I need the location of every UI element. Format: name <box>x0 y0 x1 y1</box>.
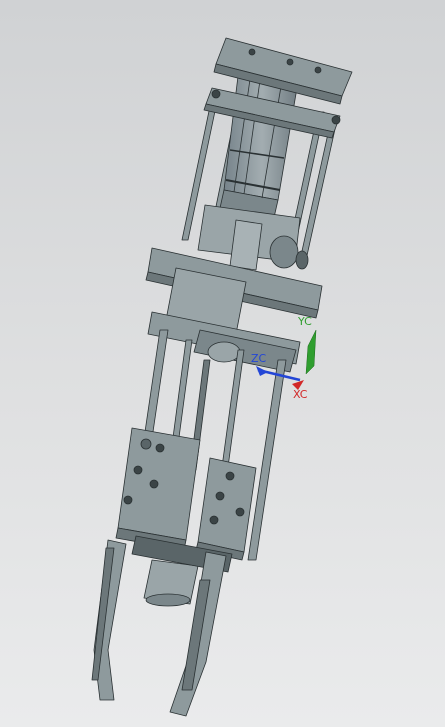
left-finger <box>91 539 127 701</box>
zc-axis-label: ZC <box>251 352 267 365</box>
left-jaw-housing <box>115 427 201 551</box>
yc-axis-label: YC <box>298 315 312 328</box>
xc-axis-label: XC <box>293 388 308 401</box>
actuator-block <box>197 204 309 271</box>
right-jaw-housing <box>195 457 257 561</box>
cad-model-gripper-assembly[interactable] <box>0 0 445 727</box>
yc-axis-arrow <box>305 329 317 375</box>
graphics-viewport[interactable]: YC ZC XC <box>0 0 445 727</box>
